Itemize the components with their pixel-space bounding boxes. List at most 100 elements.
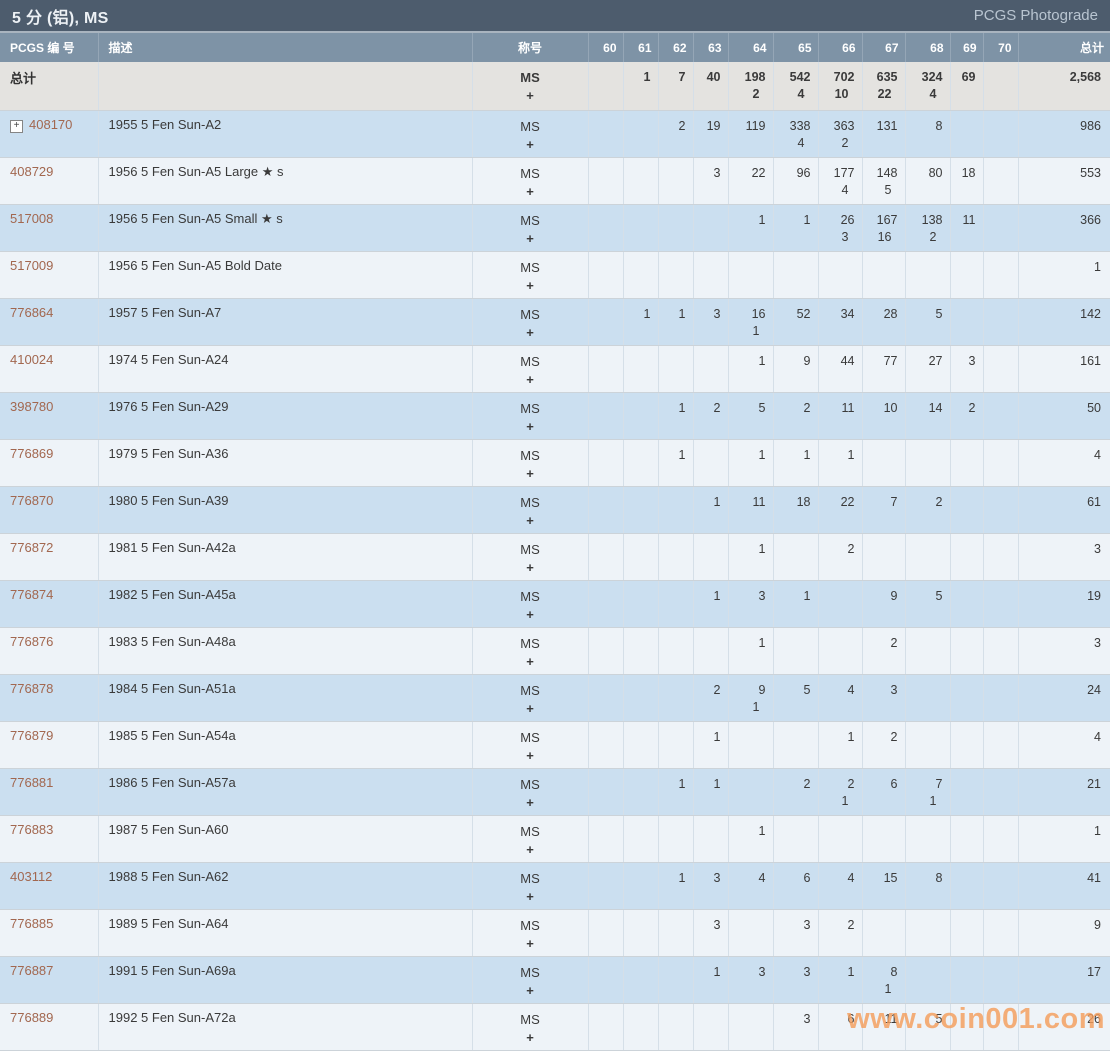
- grade-count: 28: [883, 306, 898, 321]
- grade-70-cell: [983, 251, 1019, 299]
- pcgs-number-cell: 776889: [0, 1003, 99, 1051]
- grade-68-cell: [905, 251, 951, 299]
- grade-69-cell: [950, 674, 984, 722]
- designation-plus-label: +: [526, 418, 534, 434]
- title-bar: 5 分 (铝), MS PCGS Photograde: [0, 0, 1110, 33]
- grade-69-cell: [950, 862, 984, 910]
- col-header-62: 62: [657, 33, 693, 62]
- grade-60-cell: [588, 486, 624, 534]
- pcgs-number-link[interactable]: 776864: [10, 305, 53, 320]
- coin-description: 1984 5 Fen Sun-A51a: [98, 674, 473, 722]
- row-total-cell: 2,568: [1018, 62, 1110, 111]
- grade-count: 363: [833, 118, 855, 133]
- pcgs-number-link[interactable]: 776883: [10, 822, 53, 837]
- photograde-link[interactable]: PCGS Photograde: [974, 7, 1098, 24]
- grade-66-cell: [818, 580, 863, 628]
- table-row: 403112 1988 5 Fen Sun-A62 MS +1 3 4 6 4 15 8 41: [0, 862, 1110, 910]
- pcgs-number-link[interactable]: 776879: [10, 728, 53, 743]
- row-total-cell: 50: [1018, 392, 1110, 440]
- pcgs-number-link[interactable]: 408729: [10, 164, 53, 179]
- grade-count: 8: [935, 870, 943, 885]
- pcgs-number-link[interactable]: 776878: [10, 681, 53, 696]
- grade-60-cell: [588, 956, 624, 1004]
- grade-70-cell: [983, 674, 1019, 722]
- pcgs-number-link[interactable]: 776869: [10, 446, 53, 461]
- row-total-cell: 41: [1018, 862, 1110, 910]
- grade-count: 2: [803, 776, 811, 791]
- grade-count: 27: [928, 353, 943, 368]
- pcgs-number-link[interactable]: 408170: [29, 117, 72, 132]
- pcgs-number-cell: 776881: [0, 768, 99, 816]
- grade-count: 9: [803, 353, 811, 368]
- designation-label: MS: [520, 259, 540, 275]
- grade-63-cell: [693, 1003, 729, 1051]
- grade-61-cell: 1: [623, 298, 659, 346]
- grade-62-cell: [658, 1003, 694, 1051]
- pcgs-number-link[interactable]: 776889: [10, 1010, 53, 1025]
- grade-count: 1: [803, 447, 811, 462]
- pcgs-number-link[interactable]: 776876: [10, 634, 53, 649]
- grade-plus-count: 2: [841, 135, 849, 150]
- designation-cell: MS +: [472, 956, 589, 1004]
- designation-plus-label: +: [526, 606, 534, 622]
- grade-60-cell: [588, 1003, 624, 1051]
- grade-count: 1: [758, 823, 766, 838]
- grade-70-cell: [983, 721, 1019, 769]
- pcgs-number-link[interactable]: 398780: [10, 399, 53, 414]
- grade-68-cell: 2: [905, 486, 951, 534]
- pcgs-number-link[interactable]: 517008: [10, 211, 53, 226]
- grade-plus-count: 10: [834, 87, 849, 101]
- grade-64-cell: 22: [728, 157, 774, 205]
- grade-plus-count: 4: [797, 135, 805, 150]
- grade-count: 44: [840, 353, 855, 368]
- grade-count: 324: [921, 70, 943, 84]
- pcgs-number-link[interactable]: 776874: [10, 587, 53, 602]
- pcgs-number-link[interactable]: 776872: [10, 540, 53, 555]
- grade-69-cell: [950, 298, 984, 346]
- grade-67-cell: 77: [862, 345, 906, 393]
- row-total-cell: 3: [1018, 627, 1110, 675]
- grade-61-cell: [623, 204, 659, 252]
- grade-69-cell: [950, 110, 984, 158]
- grade-61-cell: [623, 251, 659, 299]
- grade-69-cell: [950, 533, 984, 581]
- pcgs-number-link[interactable]: 410024: [10, 352, 53, 367]
- pcgs-number-link[interactable]: 776870: [10, 493, 53, 508]
- designation-cell: MS +: [472, 721, 589, 769]
- pcgs-number-link[interactable]: 403112: [10, 869, 52, 884]
- grade-65-cell: 6: [773, 862, 819, 910]
- grade-68-cell: 27: [905, 345, 951, 393]
- pcgs-number-link[interactable]: 517009: [10, 258, 53, 273]
- grade-count: 3: [890, 682, 898, 697]
- totals-row: 总计 MS +1 7 40 198 2 542 4 702 10 635 22 324 4 69 2,568: [0, 62, 1110, 111]
- grade-67-cell: 6: [862, 768, 906, 816]
- grade-65-cell: 1: [773, 439, 819, 487]
- grade-65-cell: 18: [773, 486, 819, 534]
- grade-count: 1: [758, 353, 766, 368]
- col-header-69: 69: [949, 33, 983, 62]
- grade-61-cell: [623, 1003, 659, 1051]
- designation-cell: MS +: [472, 815, 589, 863]
- grade-plus-count: 1: [752, 699, 760, 714]
- pcgs-number-link[interactable]: 776881: [10, 775, 53, 790]
- grade-count: 635: [876, 70, 898, 84]
- expand-icon[interactable]: +: [10, 119, 23, 133]
- grade-count: 2: [678, 118, 686, 133]
- designation-plus-label: +: [526, 935, 534, 951]
- table-row: 776872 1981 5 Fen Sun-A42a MS +1 2 3: [0, 533, 1110, 581]
- grade-62-cell: [658, 486, 694, 534]
- grade-60-cell: [588, 110, 624, 158]
- grade-66-cell: 1: [818, 439, 863, 487]
- designation-plus-label: +: [526, 982, 534, 998]
- grade-65-cell: 3: [773, 956, 819, 1004]
- table-header-row: PCGS 编 号 描述 称号 60 61 62 63 64 65 66 67 6…: [0, 33, 1110, 62]
- grade-68-cell: 14: [905, 392, 951, 440]
- table-row: 776874 1982 5 Fen Sun-A45a MS +1 3 1 9 5 19: [0, 580, 1110, 628]
- pcgs-number-link[interactable]: 776887: [10, 963, 53, 978]
- pcgs-number-link[interactable]: 776885: [10, 916, 53, 931]
- grade-61-cell: [623, 486, 659, 534]
- coin-description: 1956 5 Fen Sun-A5 Small ★ s: [98, 204, 473, 252]
- designation-label: MS: [520, 729, 540, 745]
- grade-count: 22: [840, 494, 855, 509]
- grade-count: 2: [713, 682, 721, 697]
